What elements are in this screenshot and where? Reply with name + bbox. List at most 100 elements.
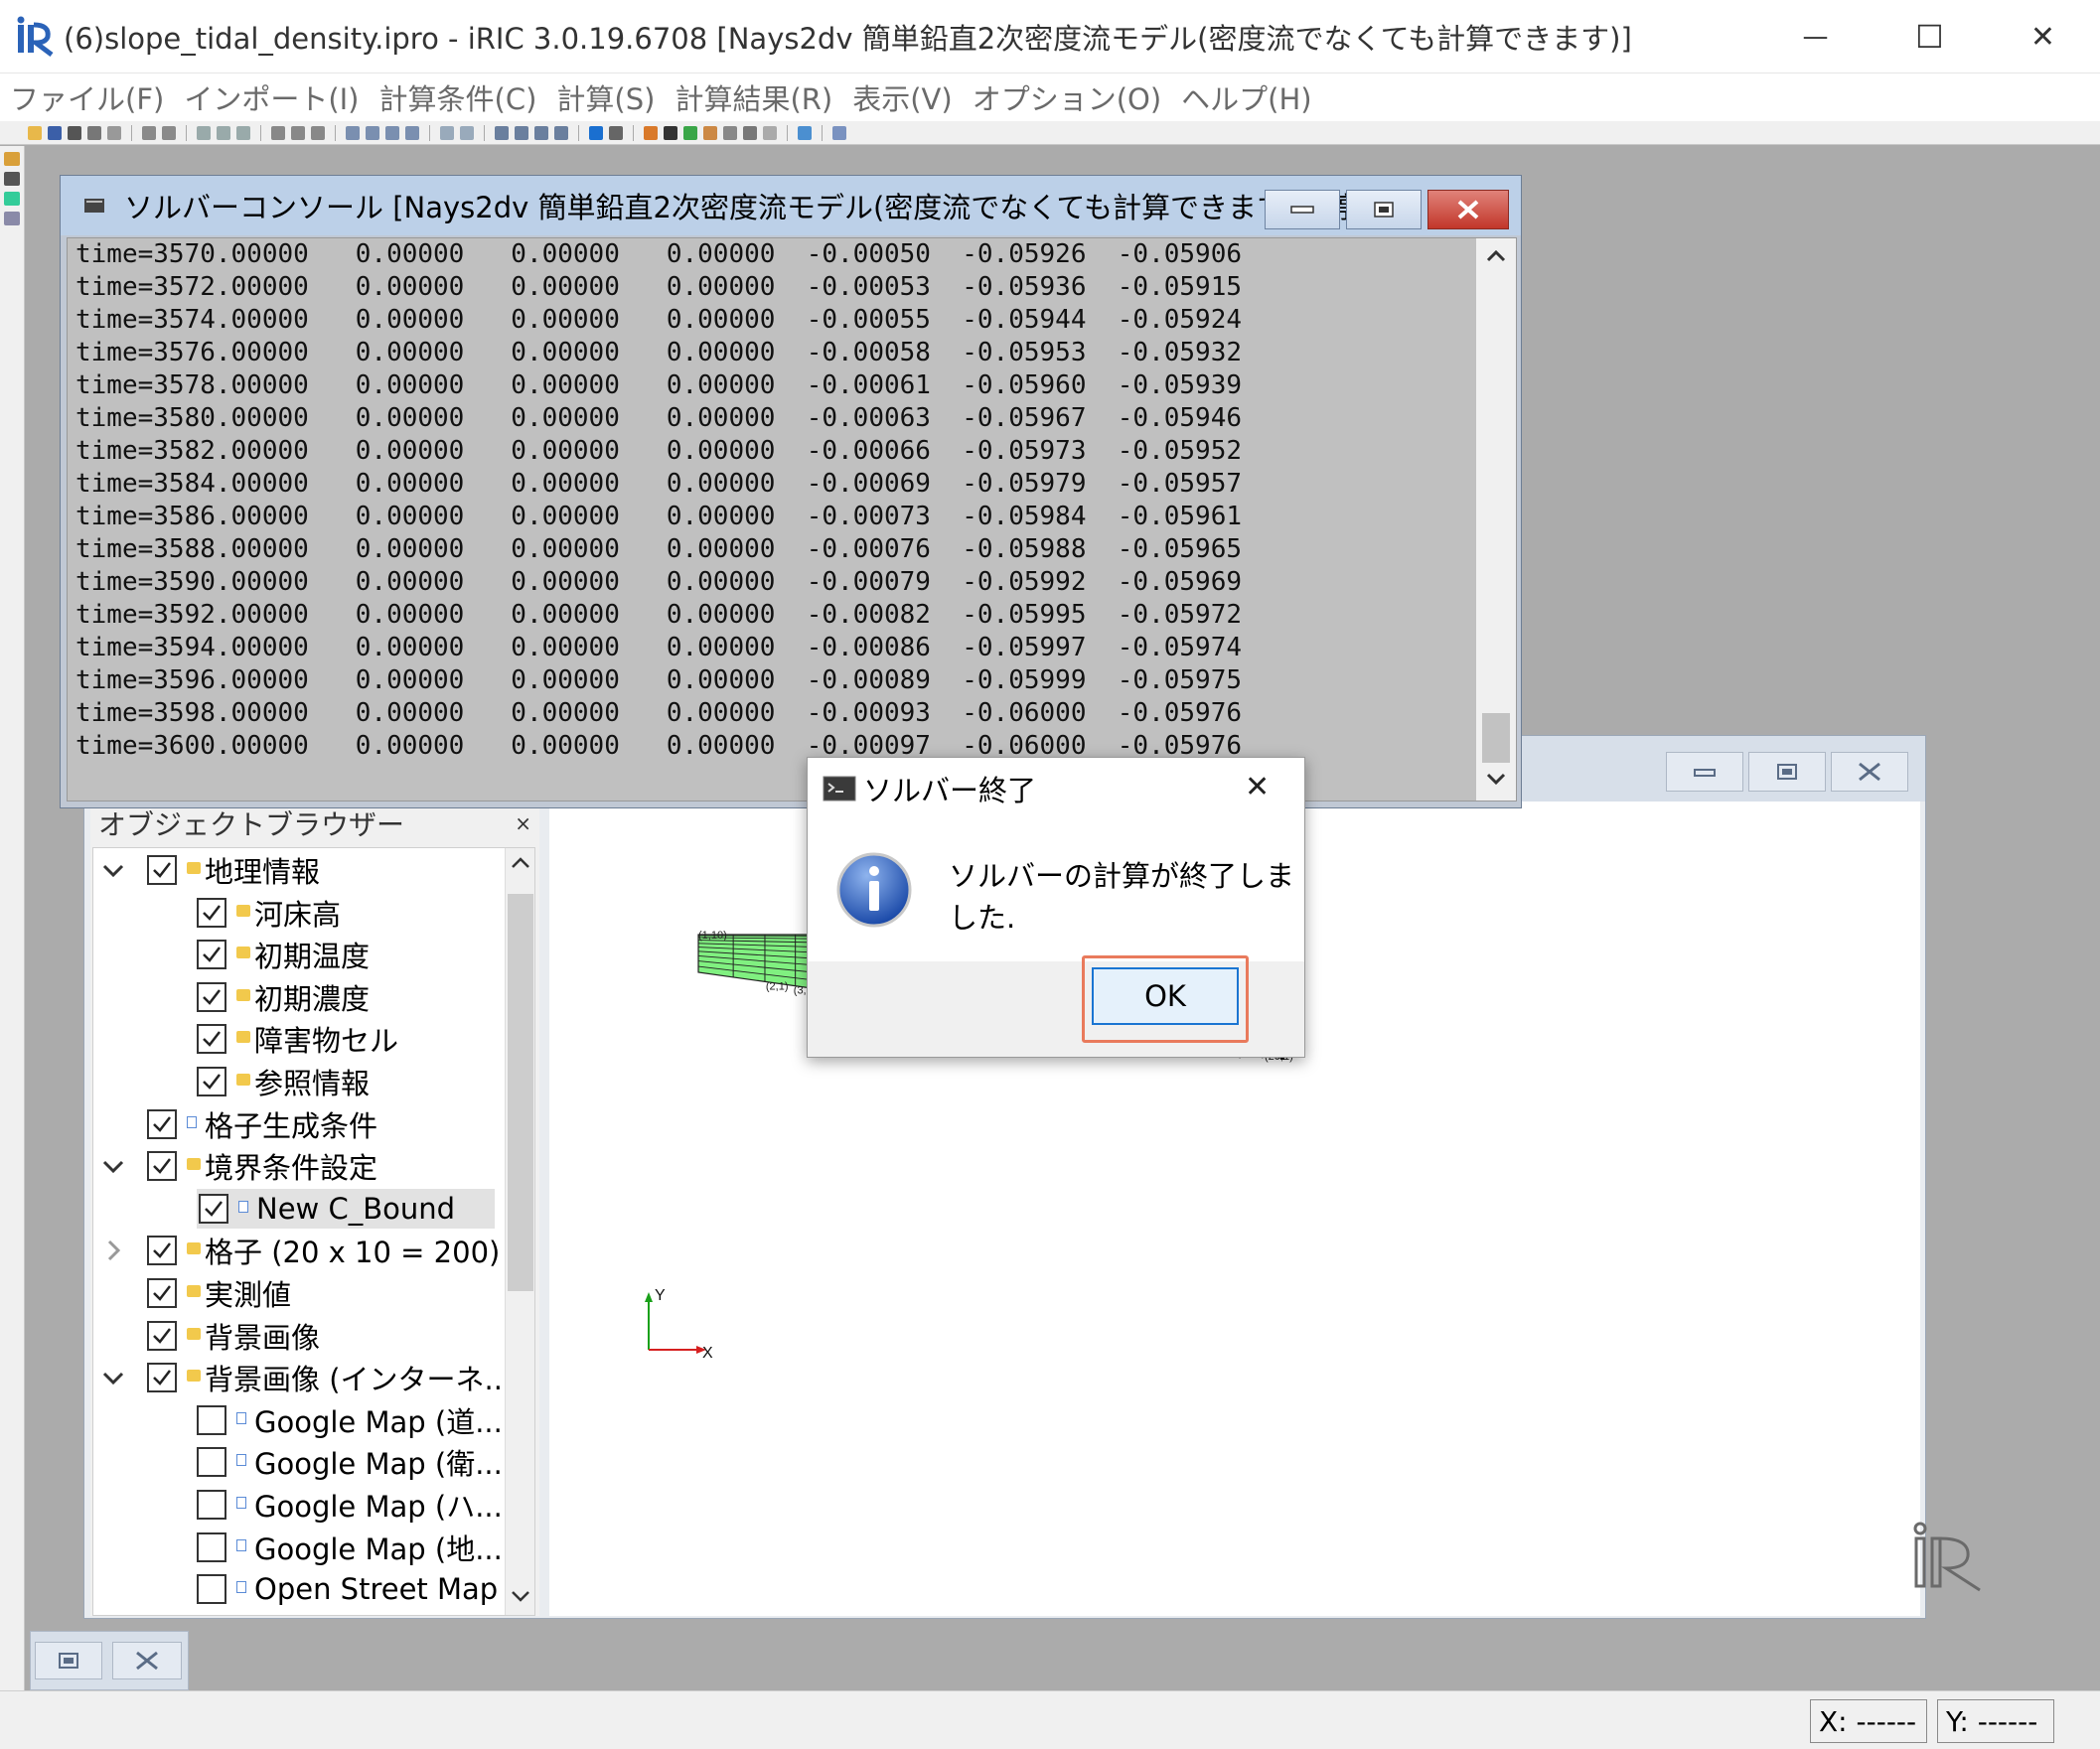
visibility-checkbox[interactable] <box>147 855 177 885</box>
pan-up-icon[interactable] <box>385 125 399 140</box>
rotate-ccw-icon[interactable] <box>291 125 305 140</box>
mdi-restore-button[interactable] <box>1748 752 1826 792</box>
tree-item[interactable]: New C_Bound <box>197 1188 495 1229</box>
tree-item[interactable]: 初期温度 <box>93 935 501 974</box>
visibility-checkbox[interactable] <box>197 1447 226 1478</box>
zoom-out-icon[interactable] <box>460 125 474 140</box>
visibility-checkbox[interactable] <box>197 1490 226 1520</box>
menu-results[interactable]: 計算結果(R) <box>665 76 842 118</box>
snapshot-icon[interactable] <box>68 125 81 140</box>
visibility-checkbox[interactable] <box>147 1151 177 1182</box>
pan-right-icon[interactable] <box>366 125 379 140</box>
mini-close-button[interactable] <box>112 1642 182 1679</box>
tree-scrollbar[interactable] <box>505 848 534 1615</box>
visibility-checkbox[interactable] <box>147 1363 177 1393</box>
menu-help[interactable]: ヘルプ(H) <box>1171 76 1321 118</box>
chevron-down-icon[interactable] <box>99 1358 127 1397</box>
particle-icon[interactable] <box>763 125 777 140</box>
tree-item[interactable]: 境界条件設定 <box>93 1146 501 1186</box>
visibility-checkbox[interactable] <box>197 1531 226 1562</box>
visibility-checkbox[interactable] <box>197 1067 226 1096</box>
mdi-close-button[interactable] <box>1831 752 1908 792</box>
tool-c-icon[interactable] <box>4 192 20 206</box>
chevron-down-icon[interactable] <box>99 850 127 890</box>
console-output[interactable]: time=3570.00000 0.00000 0.00000 0.00000 … <box>67 237 1517 802</box>
tree-item[interactable]: Google Map (道... <box>93 1400 503 1440</box>
contour-icon[interactable] <box>683 125 697 140</box>
console-restore-button[interactable] <box>1346 190 1422 229</box>
scroll-up-icon[interactable] <box>506 848 535 878</box>
graph-icon[interactable] <box>743 125 757 140</box>
visibility-checkbox[interactable] <box>197 1574 226 1605</box>
visibility-checkbox[interactable] <box>197 940 226 970</box>
tree-item[interactable]: 参照情報 <box>93 1062 501 1101</box>
console-minimize-button[interactable] <box>1265 190 1340 229</box>
scroll-down-icon[interactable] <box>506 1581 535 1611</box>
visibility-checkbox[interactable] <box>197 981 226 1012</box>
scale-x-icon[interactable] <box>495 125 509 140</box>
visibility-checkbox[interactable] <box>147 1320 177 1351</box>
save-icon[interactable] <box>48 125 62 140</box>
undo-icon[interactable] <box>142 125 156 140</box>
copy-icon[interactable] <box>87 125 101 140</box>
menu-simulation[interactable]: 計算(S) <box>546 76 665 118</box>
visibility-checkbox[interactable] <box>147 1236 177 1266</box>
tree-item[interactable]: 河床高 <box>93 893 501 933</box>
fit-icon[interactable] <box>217 125 230 140</box>
close-window-button[interactable]: ✕ <box>1986 0 2100 73</box>
chevron-down-icon[interactable] <box>99 1146 127 1186</box>
rotate-cw-icon[interactable] <box>311 125 325 140</box>
tool-d-icon[interactable] <box>4 212 20 225</box>
refresh-icon[interactable] <box>798 125 812 140</box>
tool-a-icon[interactable] <box>4 152 20 166</box>
visibility-checkbox[interactable] <box>147 1278 177 1308</box>
menu-view[interactable]: 表示(V) <box>842 76 962 118</box>
visibility-checkbox[interactable] <box>147 1108 177 1139</box>
tree-item[interactable]: 地理情報 <box>93 850 501 890</box>
vector-icon[interactable] <box>703 125 717 140</box>
chevron-right-icon[interactable] <box>99 1231 127 1270</box>
menu-import[interactable]: インポート(I) <box>174 76 369 118</box>
scroll-down-icon[interactable] <box>1476 763 1516 797</box>
fit-selection-icon[interactable] <box>236 125 250 140</box>
mini-restore-button[interactable] <box>35 1642 102 1679</box>
grid-icon[interactable] <box>723 125 737 140</box>
tree-item[interactable]: 背景画像 (インターネ... <box>93 1358 512 1397</box>
open-icon[interactable] <box>28 125 42 140</box>
zoom-in-icon[interactable] <box>440 125 454 140</box>
edit-icon[interactable] <box>644 125 658 140</box>
mouse-hint-icon[interactable] <box>832 125 846 140</box>
tree-item[interactable]: 実測値 <box>93 1273 501 1313</box>
tree-item[interactable]: Google Map (ハ... <box>93 1485 503 1525</box>
minimize-button[interactable]: — <box>1758 0 1873 73</box>
tool-b-icon[interactable] <box>4 172 20 186</box>
tree-item[interactable]: Open Street Map <box>93 1569 501 1609</box>
tree-item[interactable]: 初期濃度 <box>93 977 501 1017</box>
pan-down-icon[interactable] <box>405 125 419 140</box>
redo-icon[interactable] <box>162 125 176 140</box>
zoom-box-icon[interactable] <box>197 125 211 140</box>
tree-item[interactable]: 障害物セル <box>93 1019 501 1059</box>
dialog-close-button[interactable]: ✕ <box>1245 770 1270 804</box>
tree-item[interactable]: Google Map (地... <box>93 1528 503 1567</box>
tree-item[interactable]: Google Map (衛... <box>93 1442 503 1482</box>
visibility-checkbox[interactable] <box>197 1024 226 1055</box>
scale-y-icon[interactable] <box>534 125 548 140</box>
scrollbar-thumb[interactable] <box>1482 713 1510 763</box>
maximize-button[interactable]: ☐ <box>1873 0 1987 73</box>
tree-item[interactable]: 格子 (20 x 10 = 200) <box>93 1231 501 1270</box>
scale-x-down-icon[interactable] <box>515 125 528 140</box>
stop-icon[interactable] <box>609 125 623 140</box>
pan-left-icon[interactable] <box>346 125 360 140</box>
rotate-icon[interactable] <box>271 125 285 140</box>
tree-item[interactable]: 格子生成条件 <box>93 1104 501 1144</box>
scale-y-down-icon[interactable] <box>554 125 568 140</box>
console-icon[interactable] <box>664 125 677 140</box>
visibility-checkbox[interactable] <box>199 1193 228 1224</box>
tree-item[interactable]: 背景画像 <box>93 1316 501 1356</box>
console-scrollbar[interactable] <box>1476 238 1516 801</box>
console-close-button[interactable] <box>1427 190 1509 229</box>
run-icon[interactable] <box>589 125 603 140</box>
visibility-checkbox[interactable] <box>197 897 226 928</box>
mdi-minimize-button[interactable] <box>1666 752 1743 792</box>
